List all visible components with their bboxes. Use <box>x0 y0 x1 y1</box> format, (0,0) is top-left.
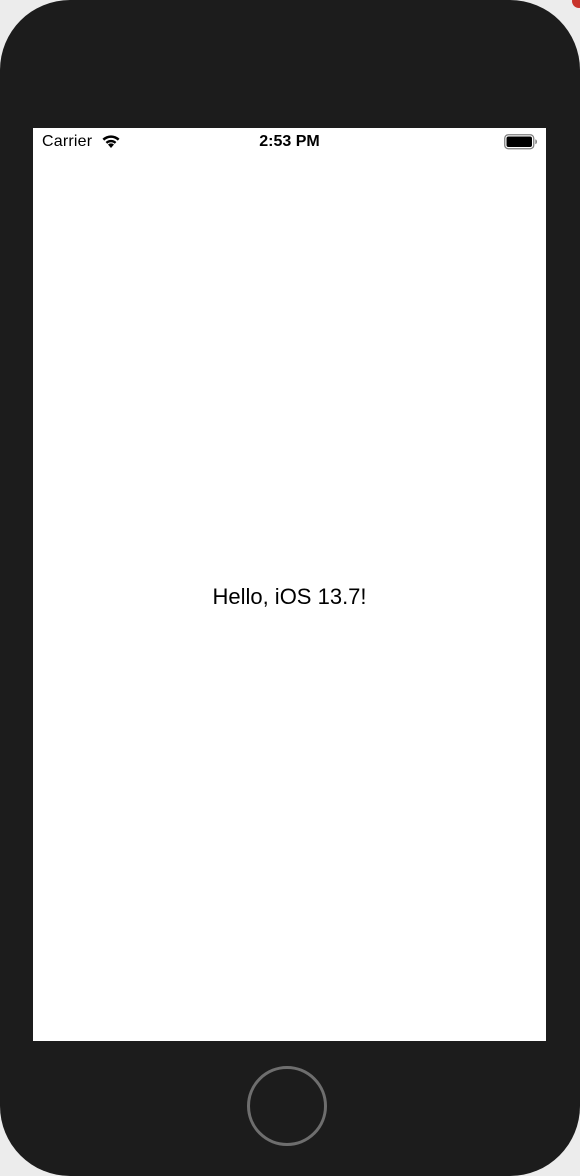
device-frame: Carrier 2:53 PM Hello, iOS 13.7! <box>0 0 580 1176</box>
status-time: 2:53 PM <box>259 133 320 150</box>
home-button[interactable] <box>247 1066 327 1146</box>
device-screen: Carrier 2:53 PM Hello, iOS 13.7! <box>33 128 546 1041</box>
status-bar: Carrier 2:53 PM <box>33 128 546 156</box>
battery-icon <box>504 134 538 150</box>
simulator-indicator <box>572 0 580 8</box>
greeting-text: Hello, iOS 13.7! <box>212 584 367 609</box>
